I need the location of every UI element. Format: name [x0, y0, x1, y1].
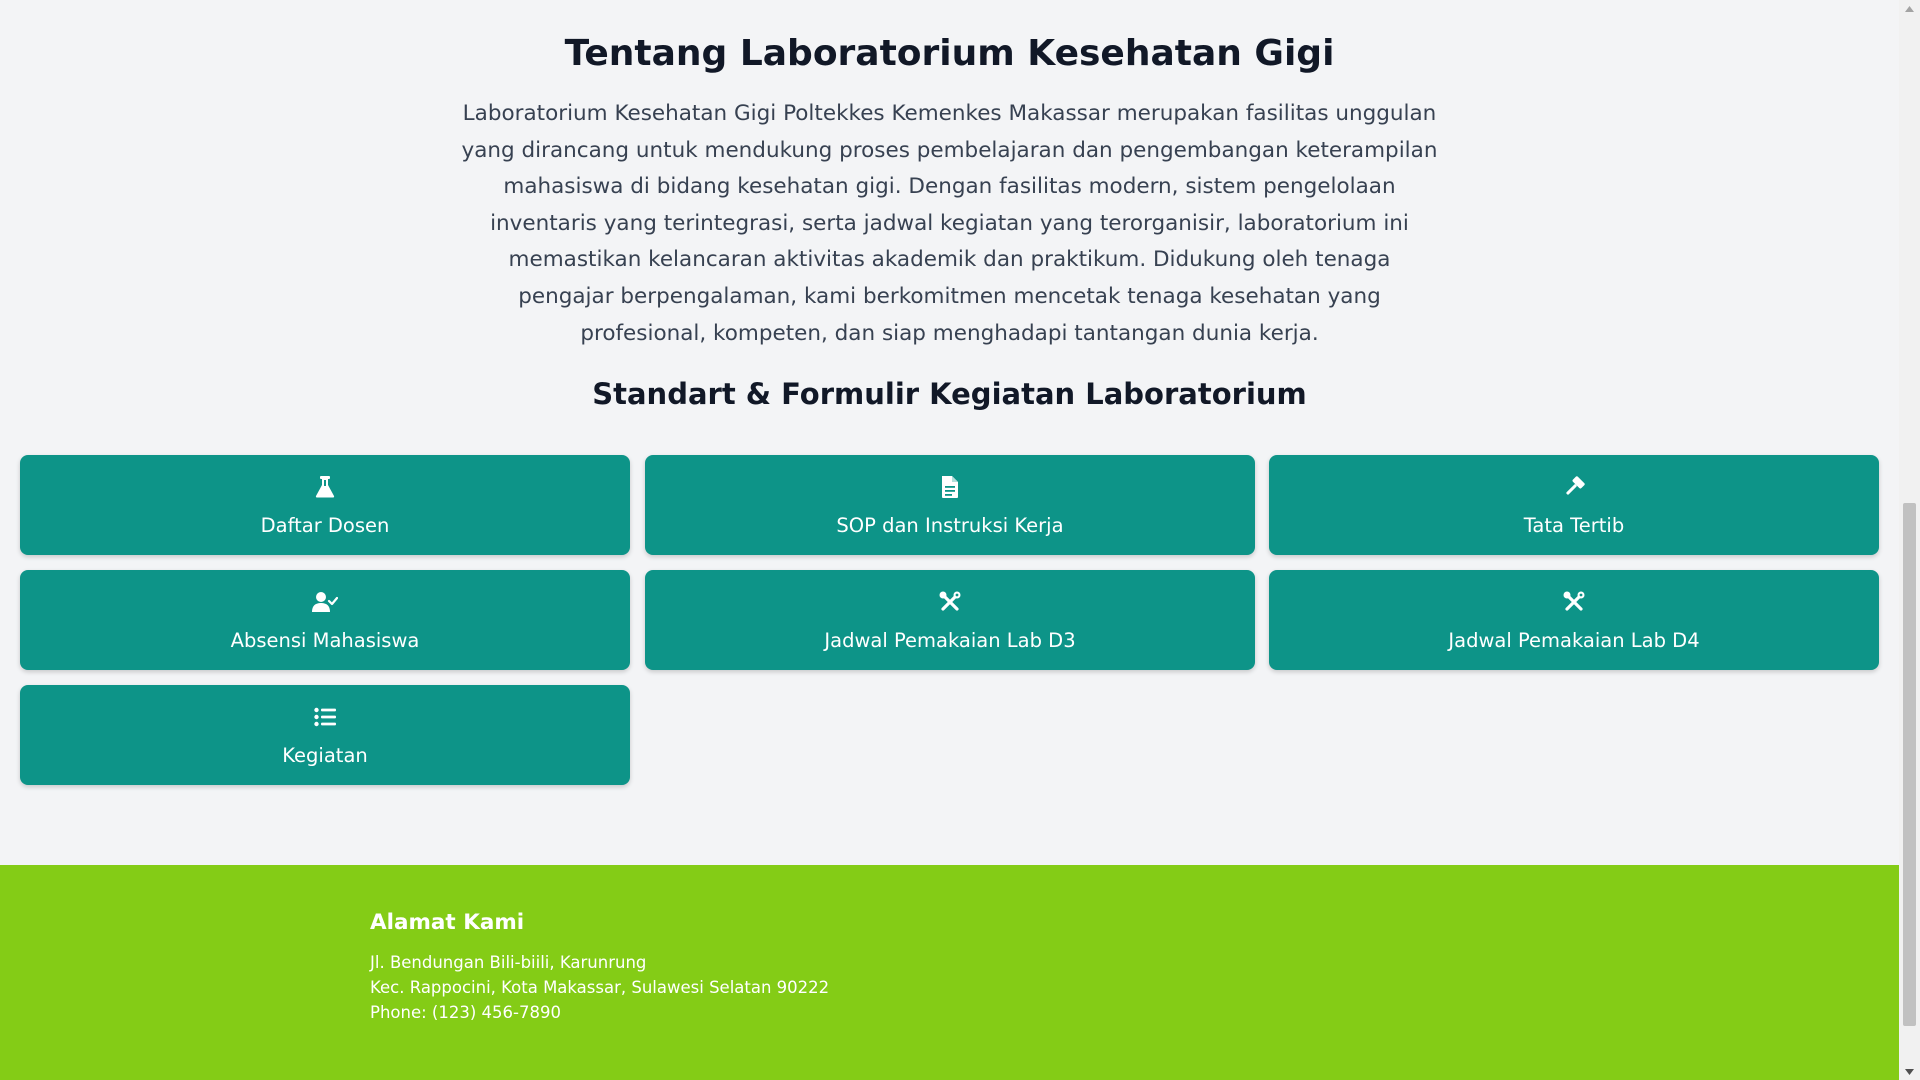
scrollbar[interactable]	[1899, 0, 1920, 1080]
card-label: SOP dan Instruksi Kerja	[836, 514, 1064, 537]
card-jadwal-lab-d3[interactable]: Jadwal Pemakaian Lab D3	[645, 570, 1255, 670]
footer-address-line1: Jl. Bendungan Bili-biili, Karunrung	[370, 953, 647, 972]
card-daftar-dosen[interactable]: Daftar Dosen	[20, 455, 630, 555]
scroll-thumb[interactable]	[1903, 503, 1916, 1026]
page: Tentang Laboratorium Kesehatan Gigi Labo…	[0, 0, 1899, 1080]
card-label: Kegiatan	[282, 744, 368, 767]
card-absensi-mahasiswa[interactable]: Absensi Mahasiswa	[20, 570, 630, 670]
tools-icon	[645, 588, 1255, 616]
about-title: Tentang Laboratorium Kesehatan Gigi	[564, 33, 1335, 74]
about-description: Laboratorium Kesehatan Gigi Poltekkes Ke…	[461, 101, 1438, 346]
footer-phone: Phone: (123) 456-7890	[370, 1003, 561, 1022]
card-label: Tata Tertib	[1523, 514, 1625, 537]
card-sop-instruksi-kerja[interactable]: SOP dan Instruksi Kerja	[645, 455, 1255, 555]
card-label: Jadwal Pemakaian Lab D4	[1448, 629, 1700, 652]
forms-section-title: Standart & Formulir Kegiatan Laboratoriu…	[592, 377, 1307, 411]
flask-icon	[20, 473, 630, 501]
card-tata-tertib[interactable]: Tata Tertib	[1269, 455, 1879, 555]
card-jadwal-lab-d4[interactable]: Jadwal Pemakaian Lab D4	[1269, 570, 1879, 670]
footer-address-line2: Kec. Rappocini, Kota Makassar, Sulawesi …	[370, 978, 830, 997]
footer	[0, 865, 1899, 1080]
card-label: Absensi Mahasiswa	[230, 629, 420, 652]
gavel-icon	[1269, 473, 1879, 501]
footer-title: Alamat Kami	[370, 910, 525, 935]
document-icon	[645, 473, 1255, 501]
card-label: Jadwal Pemakaian Lab D3	[824, 629, 1076, 652]
tools-icon	[1269, 588, 1879, 616]
scroll-down-arrow-icon[interactable]	[1899, 1063, 1920, 1080]
card-label: Daftar Dosen	[260, 514, 390, 537]
scroll-up-arrow-icon[interactable]	[1899, 0, 1920, 17]
list-icon	[20, 703, 630, 731]
user-check-icon	[20, 588, 630, 616]
card-kegiatan[interactable]: Kegiatan	[20, 685, 630, 785]
